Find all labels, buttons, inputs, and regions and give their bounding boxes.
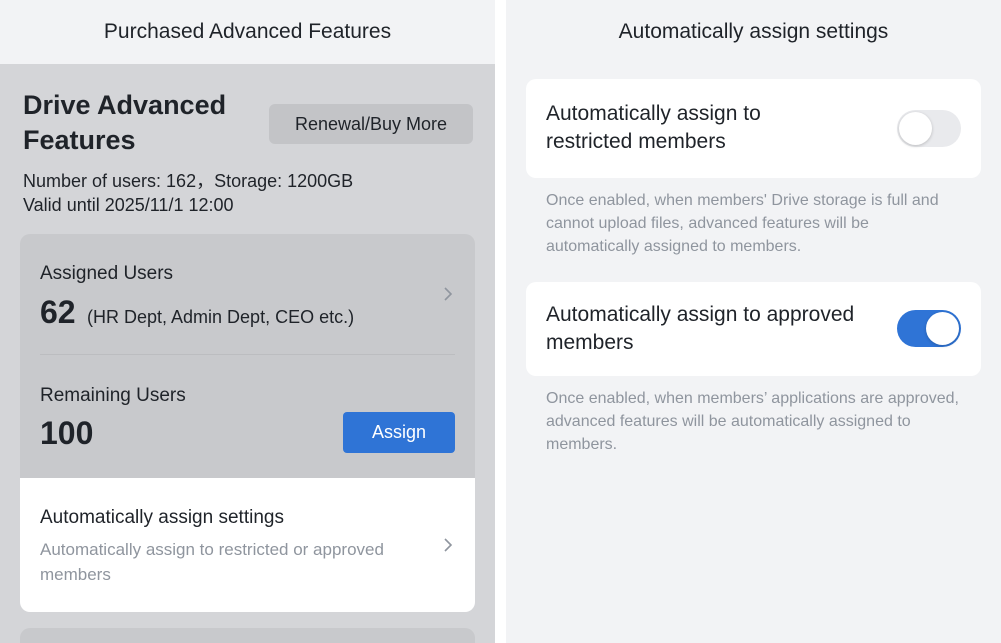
renewal-buy-more-button[interactable]: Renewal/Buy More [269,104,473,144]
nav-bar: Purchased Advanced Features [0,0,495,64]
auto-assign-settings-title: Automatically assign settings [40,507,284,528]
remaining-users-count: 100 [40,415,94,451]
chevron-right-icon [444,538,453,552]
assign-button[interactable]: Assign [343,412,455,453]
assigned-users-label: Assigned Users [40,263,174,284]
chevron-right-icon [444,287,453,301]
remaining-users-label: Remaining Users [40,385,186,406]
auto-assign-settings-row[interactable]: Automatically assign settings Automatica… [20,478,475,612]
auto-assign-settings-subtitle: Automatically assign to restricted or ap… [40,540,384,584]
assigned-departments: (HR Dept, Admin Dept, CEO etc.) [87,307,355,327]
page-title: Purchased Advanced Features [103,20,392,43]
assigned-users-count: 62 [40,294,76,330]
restricted-members-toggle[interactable] [897,110,961,147]
valid-until-info: Valid until 2025/11/1 12:00 [23,195,234,215]
product-title: Drive Advanced Features [23,90,227,155]
users-storage-info: Number of users: 162，Storage: 1200GB [23,171,354,191]
approved-members-hint: Once enabled, when members’ applications… [546,390,959,453]
toggle-knob [926,312,959,345]
assigned-users-row[interactable]: Assigned Users 62 (HR Dept, Admin Dept, … [40,234,455,355]
toggle-knob [899,112,932,145]
approved-members-label: Automatically assign to approved members [546,303,855,354]
remaining-users-row: Remaining Users 100 Assign [40,355,455,478]
restricted-members-label: Automatically assign to restricted membe… [546,102,761,153]
page-title: Automatically assign settings [618,20,889,43]
next-card-peek [20,628,475,643]
usage-card: Assigned Users 62 (HR Dept, Admin Dept, … [20,234,475,478]
auto-assign-settings-panel: Automatically assign settings Automatica… [506,0,1001,643]
nav-bar: Automatically assign settings [506,0,1001,64]
restricted-members-setting: Automatically assign to restricted membe… [526,79,981,178]
restricted-members-hint: Once enabled, when members' Drive storag… [546,192,939,255]
approved-members-setting: Automatically assign to approved members [526,282,981,376]
approved-members-toggle[interactable] [897,310,961,347]
purchased-features-panel: Purchased Advanced Features Drive Advanc… [0,0,495,643]
